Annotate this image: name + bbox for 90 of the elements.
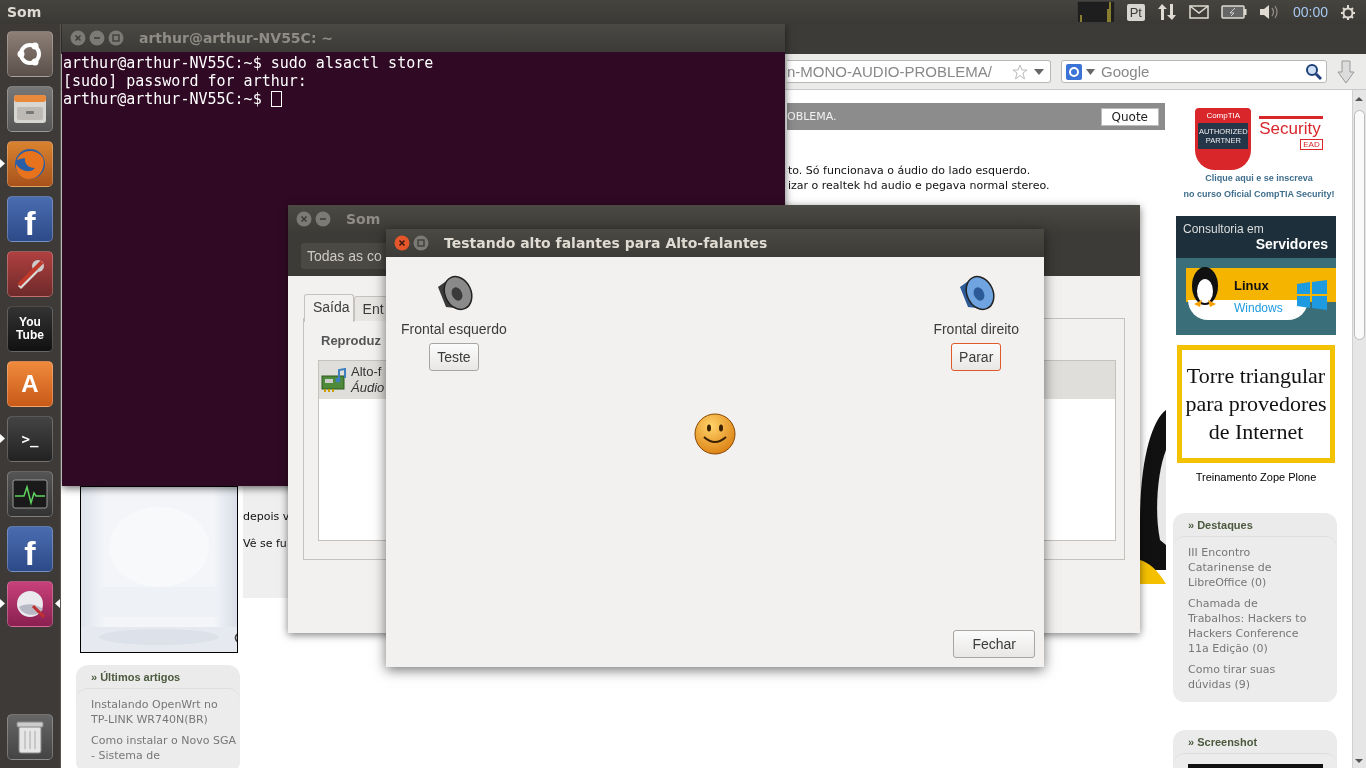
device-dropdown[interactable]: Todas as co — [301, 243, 386, 269]
box-title: » Screenshot — [1187, 735, 1259, 750]
sound-card-icon — [321, 368, 347, 392]
article-link[interactable]: Instalando OpenWrt no TP-LINK WR740N(BR) — [91, 697, 236, 727]
channel-label: Frontal esquerdo — [401, 321, 507, 337]
trash-icon — [15, 720, 45, 754]
launcher-button[interactable]: f — [7, 526, 53, 572]
ad-caption[interactable]: Clique aqui e se inscreva — [1205, 170, 1313, 186]
launcher-button[interactable]: You Tube — [7, 306, 53, 352]
launcher-button[interactable]: f — [7, 196, 53, 242]
section-heading: Reproduz — [321, 333, 381, 348]
mail-icon[interactable] — [1188, 5, 1209, 19]
terminal-line: arthur@arthur-NV55C:~$ — [63, 90, 263, 108]
ad-banner[interactable]: Torre triangular para provedores de Internet — [1177, 345, 1335, 463]
close-icon[interactable] — [70, 30, 86, 46]
drawer-icon — [13, 93, 47, 125]
four-panes-icon — [1296, 280, 1328, 310]
terminal-line: [sudo] password for arthur: — [63, 72, 307, 90]
globe-icon — [12, 146, 48, 182]
channel-label: Frontal direito — [933, 321, 1019, 337]
launcher-button[interactable] — [7, 86, 53, 132]
minimize-icon[interactable] — [89, 30, 105, 46]
volume-icon[interactable] — [1258, 4, 1281, 20]
ad-link[interactable]: Treinamento Zope Plone — [1175, 471, 1337, 483]
keyboard-layout-indicator[interactable]: Pt — [1126, 3, 1145, 21]
post-title: OBLEMA. — [787, 110, 838, 123]
clock[interactable]: 00:00 — [1292, 4, 1328, 20]
article-link[interactable]: Como instalar o Novo SGA - Sistema de — [91, 733, 236, 763]
search-field[interactable]: Google — [1061, 60, 1327, 83]
course-logo-text: Security — [1259, 116, 1323, 139]
box-title: » Destaques — [1187, 518, 1254, 533]
ad-text: Consultoria em — [1183, 222, 1264, 236]
ad-text: Linux — [1234, 278, 1269, 293]
terminal-line: arthur@arthur-NV55C:~$ sudo alsactl store — [63, 54, 434, 72]
ad-text: Windows — [1234, 301, 1283, 315]
scrollbar-thumb[interactable] — [1354, 110, 1365, 340]
badge-title: CompTIA — [1206, 111, 1241, 120]
article-link[interactable]: III Encontro Catarinense de LibreOffice (0) — [1188, 545, 1314, 590]
window-title: arthur@arthur-NV55C: ~ — [139, 30, 334, 46]
device-name: Alto-f — [351, 364, 383, 380]
article-link[interactable]: Como tirar suas dúvidas (9) — [1188, 662, 1314, 692]
ad-text: para provedores — [1185, 390, 1327, 418]
dialog-title: Testando alto falantes para Alto-falantes — [444, 235, 768, 251]
launcher-button[interactable] — [7, 31, 53, 77]
launcher-button[interactable] — [7, 714, 53, 760]
close-icon[interactable] — [394, 235, 410, 251]
search-icon[interactable] — [1305, 63, 1322, 80]
ad-text: de Internet — [1208, 418, 1304, 446]
ad-banner[interactable]: Consultoria em Servidores Linux Windows — [1176, 216, 1336, 335]
quote-button[interactable]: Quote — [1100, 107, 1159, 126]
tab[interactable]: Saída — [304, 294, 354, 322]
address-field[interactable]: n-MONO-AUDIO-PROBLEMA/ — [787, 60, 1051, 83]
course-tag: EAD — [1300, 139, 1323, 150]
post-text: to. Só funcionava o áudio do lado esquerdo. — [788, 163, 1032, 178]
window-title: Som — [346, 211, 381, 227]
test-button[interactable]: Teste — [429, 343, 479, 371]
network-arrows-icon[interactable] — [1156, 3, 1177, 21]
box-title: » Últimos artigos — [90, 670, 182, 685]
launcher-button[interactable]: >_ — [7, 416, 53, 462]
launcher-button[interactable] — [7, 581, 53, 627]
dropdown-caret-icon[interactable] — [1034, 68, 1044, 75]
minimize-icon[interactable] — [315, 211, 331, 227]
close-button[interactable]: Fechar — [953, 630, 1035, 658]
article-link[interactable]: Chamada de Trabalhos: Hackers to Hackers Conference 11a Edição (0) — [1188, 596, 1314, 656]
battery-icon[interactable] — [1220, 5, 1247, 19]
settings-icon[interactable] — [1340, 4, 1356, 20]
device-description: Áudio — [351, 380, 385, 396]
ad-caption[interactable]: no curso Oficial CompTIA Security! — [1183, 186, 1335, 202]
close-icon[interactable] — [296, 211, 312, 227]
scroll-up-icon[interactable] — [1353, 94, 1365, 104]
pulse-monitor-icon — [12, 479, 48, 509]
smiley-icon — [694, 413, 736, 455]
post-text: Vê se fu — [243, 537, 288, 550]
scroll-down-icon[interactable] — [1353, 756, 1365, 766]
cursor — [270, 91, 282, 107]
post-text: izar o realtek hd audio e pegava normal stereo. — [788, 178, 1050, 193]
ad-text: Torre triangular — [1186, 362, 1326, 390]
cpu-graph-icon[interactable] — [1076, 1, 1115, 23]
ad-text: Servidores — [1255, 236, 1328, 252]
app-title: Som — [7, 4, 42, 20]
search-input[interactable]: Google — [1099, 62, 1301, 81]
dropdown-caret-icon[interactable] — [1086, 68, 1095, 75]
launcher-button[interactable] — [7, 251, 53, 297]
star-icon[interactable] — [1012, 63, 1028, 80]
maximize-icon[interactable] — [413, 235, 429, 251]
launcher-button[interactable] — [7, 471, 53, 517]
search-engine-icon[interactable] — [1066, 63, 1082, 80]
maximize-icon[interactable] — [108, 30, 124, 46]
tab[interactable]: Ent — [353, 296, 388, 321]
test-button[interactable]: Parar — [951, 343, 1002, 371]
